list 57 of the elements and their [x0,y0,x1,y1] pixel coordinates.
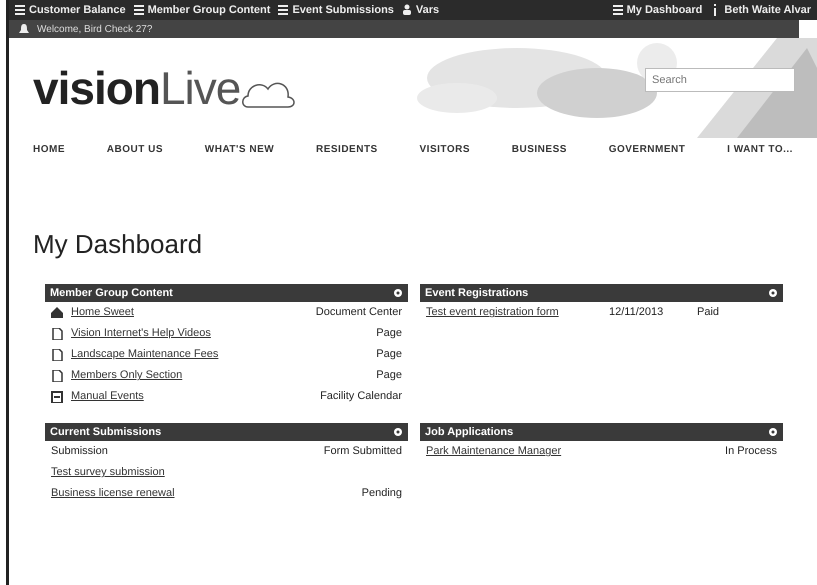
calendar-icon [51,390,63,403]
top-bar-link[interactable]: Beth Waite Alvar [710,2,811,18]
row-link[interactable]: Test event registration form [426,304,601,321]
top-bar-link[interactable]: Event Submissions [278,2,394,18]
row-link[interactable]: Members Only Section [71,367,368,384]
table-cell-text: Facility Calendar [320,389,402,404]
panel-title: Event Registrations [425,286,528,301]
list-icon [15,4,25,16]
search-field[interactable]: Search [645,68,795,92]
table-cell-text: Document Center [316,305,402,320]
gear-icon [393,427,403,438]
panel-title: Current Submissions [50,424,162,440]
panel-title: Job Applications [425,424,514,440]
nav-link[interactable]: VISITORS [420,142,470,157]
list-icon [612,4,623,16]
row-link[interactable]: Landscape Maintenance Fees [71,346,368,363]
table-cell-text: Page [376,347,402,362]
page-icon [51,370,63,382]
page-title: My Dashboard [33,229,204,260]
top-bar-link[interactable]: Customer Balance [15,2,126,18]
row-link[interactable]: Manual Events [71,388,312,405]
table-cell-text: In Process [725,444,777,460]
row-link[interactable]: Home Sweet [71,304,308,321]
nav-link[interactable]: GOVERNMENT [608,142,686,157]
top-bar-link[interactable]: Vars [402,2,440,18]
panel-title: Member Group Content [50,286,173,301]
notice-text: Welcome, Bird Check 27? [37,22,152,36]
column-header: Form Submitted [324,444,402,460]
nav-link[interactable]: BUSINESS [512,142,567,157]
gear-icon [768,288,778,298]
table-cell-text: Page [376,368,402,384]
list-icon [134,4,144,16]
top-bar-link[interactable]: My Dashboard [612,2,702,18]
nav-link[interactable]: I WANT TO... [727,142,793,157]
row-link[interactable]: Vision Internet's Help Videos [71,325,368,342]
page-icon [51,348,63,361]
person-icon [402,4,412,16]
nav-link[interactable]: RESIDENTS [316,142,378,157]
gear-icon [393,288,403,298]
row-link[interactable]: Park Maintenance Manager [426,443,718,460]
nav-link[interactable]: HOME [33,142,65,157]
nav-link[interactable]: WHAT'S NEW [204,142,274,157]
table-cell-text: Page [376,326,402,342]
row-link[interactable]: Business license renewal [51,485,354,502]
table-cell-text: Pending [362,486,402,502]
row-link[interactable]: Test survey submission [51,464,402,481]
table-cell-text: 12/11/2013 [609,305,664,320]
gear-icon [768,427,778,438]
house-icon [51,306,63,319]
page-icon [51,328,63,340]
table-cell-text: Paid [697,305,720,320]
logo[interactable]: visionLive [33,65,298,111]
list-icon [278,4,288,16]
column-header: Submission [51,444,109,460]
nav-link[interactable]: ABOUT US [106,142,164,157]
bell-icon [19,24,29,34]
top-bar-link[interactable]: Member Group Content [134,2,270,18]
